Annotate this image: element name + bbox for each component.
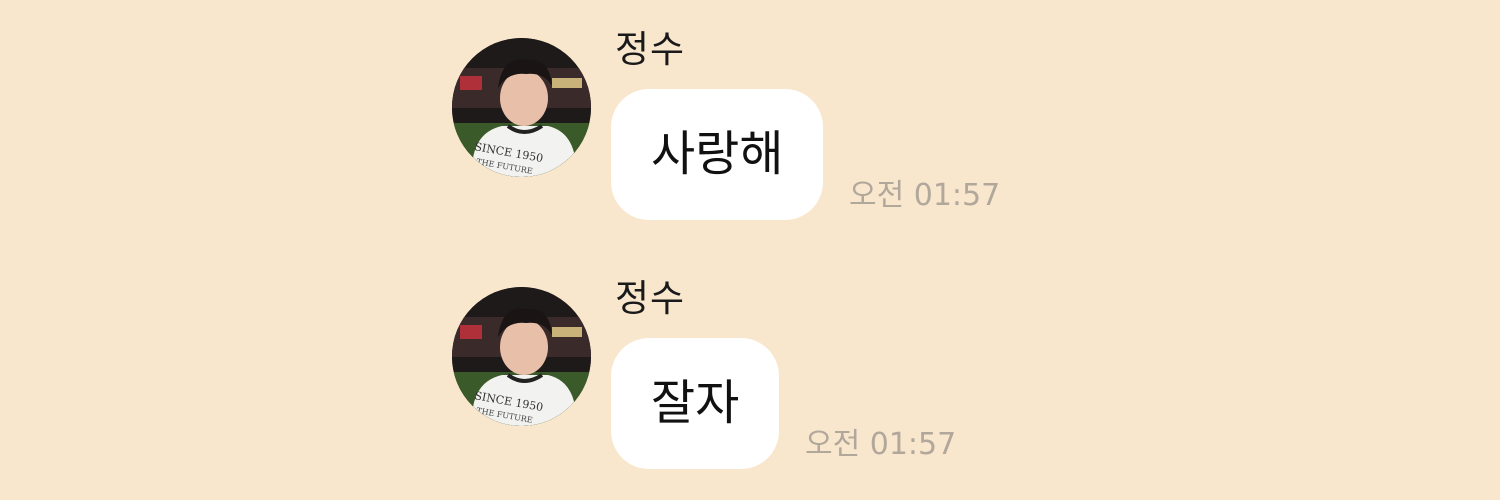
avatar[interactable]: SINCE 1950 THE FUTURE bbox=[452, 38, 591, 177]
message-timestamp: 오전 01:57 bbox=[805, 427, 957, 462]
message-bubble[interactable]: 잘자 bbox=[611, 338, 780, 469]
chat-message: SINCE 1950 THE FUTURE 정수 사랑해 오전 01:57 bbox=[452, 28, 1052, 228]
message-timestamp: 오전 01:57 bbox=[849, 178, 1001, 213]
profile-photo-icon: SINCE 1950 THE FUTURE bbox=[452, 38, 591, 177]
sender-name: 정수 bbox=[615, 28, 686, 71]
message-bubble[interactable]: 사랑해 bbox=[611, 89, 824, 220]
avatar[interactable]: SINCE 1950 THE FUTURE bbox=[452, 287, 591, 426]
profile-photo-icon: SINCE 1950 THE FUTURE bbox=[452, 287, 591, 426]
chat-message: SINCE 1950 THE FUTURE 정수 잘자 오전 01:57 bbox=[452, 277, 1052, 477]
sender-name: 정수 bbox=[615, 277, 686, 320]
